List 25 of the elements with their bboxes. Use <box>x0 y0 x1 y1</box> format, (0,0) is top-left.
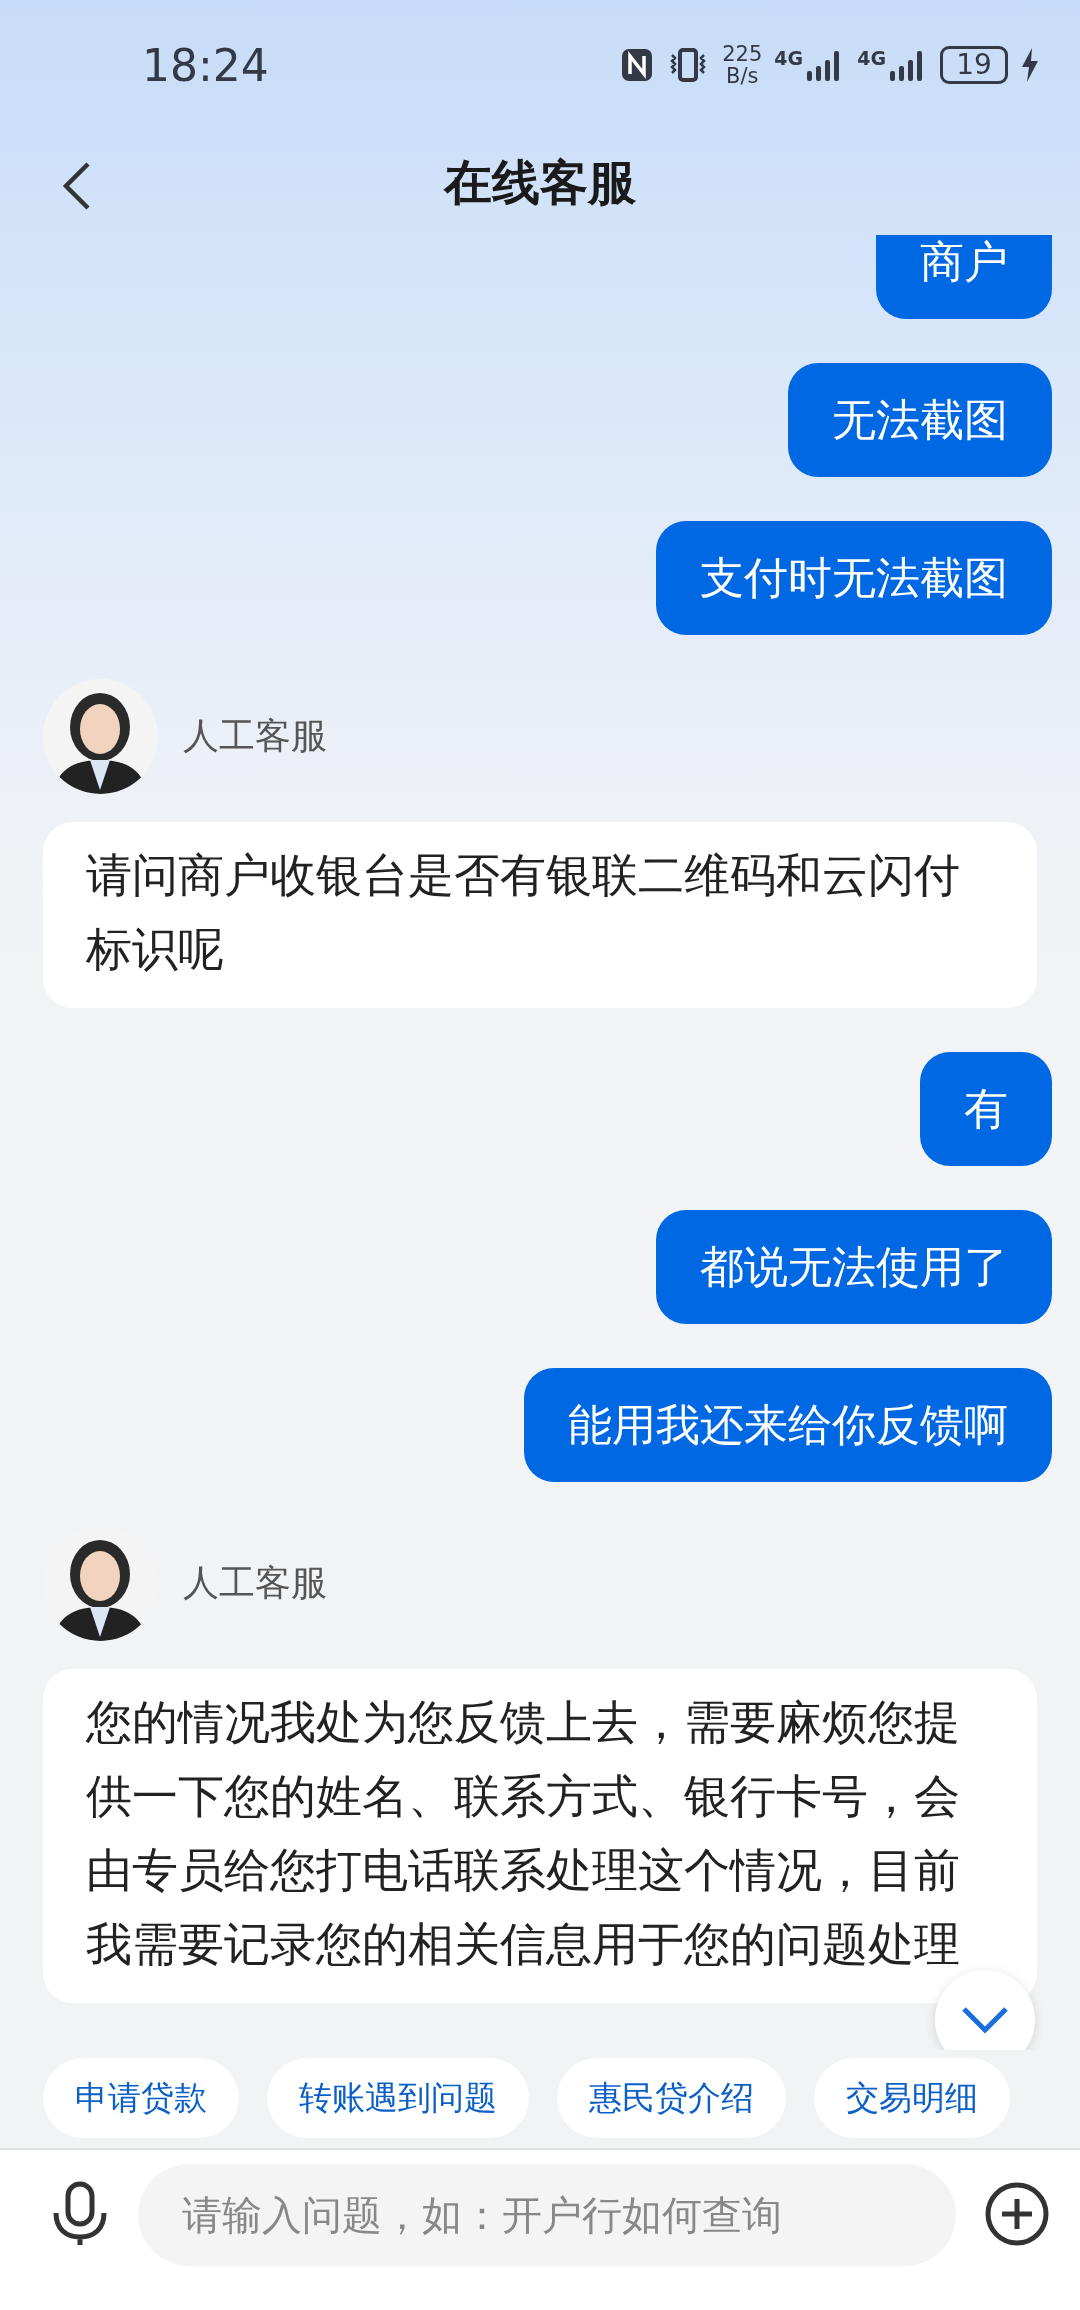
network-type: 4G <box>857 47 886 69</box>
nfc-icon <box>620 47 655 83</box>
quick-reply-chip[interactable]: 申请贷款 <box>43 2058 239 2138</box>
agent-message: 您的情况我处为您反馈上去，需要麻烦您提供一下您的姓名、联系方式、银行卡号，会由专员给您打电话联系处理这个情况，目前我需要记录您的相关信息用于您的问题处理 <box>43 1669 1037 2003</box>
plus-icon <box>984 2180 1050 2247</box>
user-message: 无法截图 <box>788 363 1052 477</box>
quick-reply-chip[interactable]: 惠民贷介绍 <box>557 2058 786 2138</box>
page-title: 在线客服 <box>444 152 636 212</box>
network-type: 4G <box>774 47 804 69</box>
user-message: 有 <box>920 1052 1052 1166</box>
user-message: 商户 <box>876 235 1052 319</box>
network-speed: 225 B/s <box>722 43 763 87</box>
user-message: 能用我还来给你反馈啊 <box>524 1368 1052 1482</box>
user-message: 都说无法使用了 <box>656 1210 1052 1324</box>
question-input[interactable]: 请输入问题，如：开户行如何查询 <box>138 2164 956 2266</box>
clock: 18:24 <box>142 39 270 91</box>
charging-icon <box>1020 47 1040 83</box>
quick-reply-chip[interactable]: 交易明细 <box>814 2058 1010 2138</box>
agent-name: 人工客服 <box>183 1561 327 1605</box>
user-message: 支付时无法截图 <box>656 521 1052 635</box>
battery-indicator: 19 <box>940 46 1008 84</box>
agent-message: 请问商户收银台是否有银联二维码和云闪付标识呢 <box>43 822 1037 1008</box>
quick-reply-chip[interactable]: 转账遇到问题 <box>267 2058 529 2138</box>
chevron-down-icon <box>960 2005 1010 2035</box>
agent-name: 人工客服 <box>183 714 327 758</box>
